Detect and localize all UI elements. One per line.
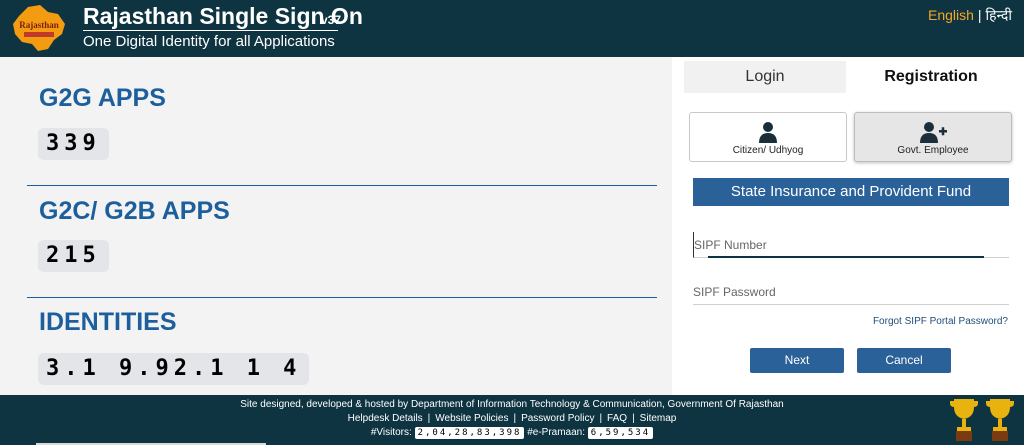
- input-focus-underline: [708, 256, 984, 258]
- website-policies-link[interactable]: Website Policies: [435, 413, 508, 424]
- identities-title: IDENTITIES: [39, 308, 177, 336]
- epramaan-label: #e-Pramaan:: [527, 427, 586, 438]
- header: Rajasthan Rajasthan Single Sign On v37 O…: [0, 0, 1024, 57]
- svg-text:Rajasthan: Rajasthan: [19, 20, 59, 30]
- footer-links: Helpdesk Details | Website Policies | Passwo…: [0, 413, 1024, 424]
- lang-english-link[interactable]: English: [928, 7, 974, 23]
- footer-counters: #Visitors: 2,04,28,83,398 #e-Pramaan: 6,…: [0, 427, 1024, 439]
- govt-employee-option[interactable]: Govt. Employee: [854, 112, 1012, 162]
- visitors-label: #Visitors:: [370, 427, 412, 438]
- footer: Site designed, developed & hosted by Dep…: [0, 395, 1024, 445]
- sipf-password-field: [693, 279, 1009, 305]
- app-subtitle: One Digital Identity for all Application…: [83, 33, 335, 50]
- password-policy-link[interactable]: Password Policy: [521, 413, 594, 424]
- sipf-number-field: [693, 232, 1009, 258]
- version-badge: v37: [321, 13, 342, 27]
- g2c-g2b-apps-title: G2C/ G2B APPS: [39, 197, 230, 225]
- footer-credit: Site designed, developed & hosted by Dep…: [240, 399, 784, 410]
- user-plus-icon: [920, 122, 947, 143]
- sipf-number-input[interactable]: [694, 232, 1009, 257]
- citizen-udhyog-label: Citizen/ Udhyog: [732, 145, 804, 156]
- sipf-password-input[interactable]: [693, 279, 1009, 304]
- faq-link[interactable]: FAQ: [607, 413, 627, 424]
- identities-counter: 3.1 9.92.1 1 4: [38, 353, 310, 385]
- stats-divider: [27, 185, 657, 186]
- footer-link-separator: |: [513, 413, 517, 424]
- sitemap-link[interactable]: Sitemap: [640, 413, 677, 424]
- cancel-button[interactable]: Cancel: [857, 348, 951, 373]
- language-switcher: English | हिन्दी: [928, 6, 1012, 25]
- title-underline: [83, 30, 338, 31]
- visitors-count: 2,04,28,83,398: [414, 427, 525, 439]
- tab-registration[interactable]: Registration: [846, 61, 1016, 93]
- footer-link-separator: |: [632, 413, 635, 424]
- footer-link-separator: |: [427, 413, 431, 424]
- g2g-apps-title: G2G APPS: [39, 84, 166, 112]
- trophy-icon: [950, 399, 1014, 441]
- user-icon: [759, 122, 777, 143]
- epramaan-count: 6,59,534: [587, 427, 654, 439]
- lang-separator: |: [977, 7, 982, 23]
- forgot-password-link[interactable]: Forgot SIPF Portal Password?: [873, 316, 1008, 327]
- govt-employee-label: Govt. Employee: [897, 145, 969, 156]
- footer-link-separator: |: [599, 413, 603, 424]
- auth-panel: Login Registration Citizen/ Udhyog Govt.…: [682, 57, 1024, 395]
- helpdesk-details-link[interactable]: Helpdesk Details: [348, 413, 423, 424]
- stats-divider: [27, 297, 657, 298]
- sipf-heading: State Insurance and Provident Fund: [693, 178, 1009, 206]
- next-button[interactable]: Next: [750, 348, 844, 373]
- stats-panel: G2G APPS 339 G2C/ G2B APPS 215 IDENTITIE…: [0, 57, 672, 395]
- lang-hindi-link[interactable]: हिन्दी: [986, 7, 1012, 23]
- tab-login[interactable]: Login: [684, 61, 846, 93]
- g2c-g2b-apps-counter: 215: [38, 240, 109, 272]
- rajasthan-sso-logo[interactable]: Rajasthan: [10, 4, 68, 52]
- citizen-udhyog-option[interactable]: Citizen/ Udhyog: [689, 112, 847, 162]
- g2g-apps-counter: 339: [38, 128, 109, 160]
